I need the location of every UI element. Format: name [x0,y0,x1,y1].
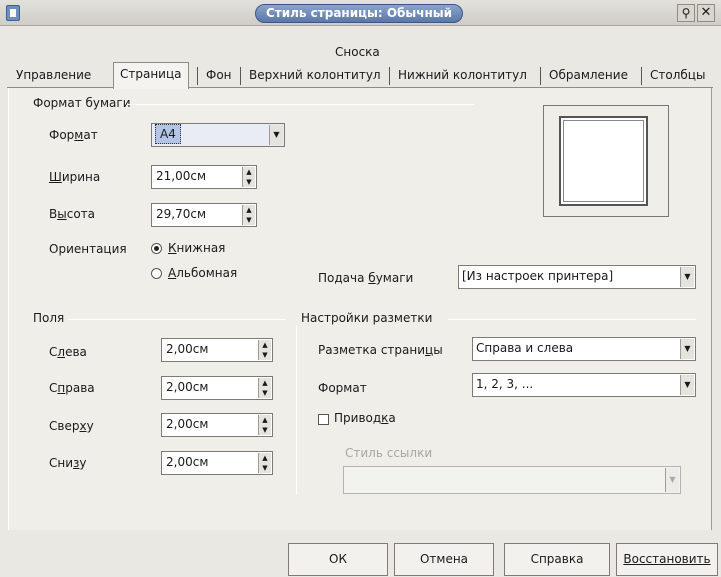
margin-right-label: Справа [49,381,95,395]
close-icon[interactable]: ✕ [697,4,715,22]
group-divider [448,319,696,320]
page-layout-value: Справа и слева [476,341,574,355]
paper-group-title: Формат бумаги [33,96,131,110]
ok-button[interactable]: ОК [288,543,388,576]
tab-footer[interactable]: Нижний колонтитул [392,64,533,86]
orientation-label: Ориентация [49,242,127,256]
paper-tray-select[interactable]: [Из настроек принтера] [458,265,696,289]
tab-separator [240,67,241,85]
tab-separator [540,67,541,85]
chevron-down-icon[interactable] [269,125,283,145]
paper-format-select[interactable]: A4 [151,123,285,147]
reference-style-select[interactable] [343,466,681,494]
margin-bottom-spinner[interactable]: 2,00см ▲ ▼ [161,451,273,475]
chevron-down-icon[interactable] [680,267,694,287]
tab-borders[interactable]: Обрамление [543,64,634,86]
group-divider [68,319,286,320]
tab-separator [389,67,390,85]
chevron-down-icon[interactable] [680,375,694,395]
margin-right-spinner[interactable]: 2,00см ▲ ▼ [161,376,273,400]
tab-separator [641,67,642,85]
height-spinner[interactable]: 29,70см ▲ ▼ [151,203,257,227]
height-label: Высота [49,207,96,221]
margin-left-value: 2,00см [166,342,209,356]
spin-up-icon[interactable]: ▲ [259,453,271,463]
tab-page[interactable]: Страница [113,62,189,89]
landscape-radio[interactable] [151,268,162,279]
layout-group-title: Настройки разметки [301,311,433,325]
tab-columns[interactable]: Столбцы [644,64,711,86]
spin-up-icon[interactable]: ▲ [259,415,271,425]
chevron-down-icon[interactable] [680,339,694,359]
portrait-radio[interactable] [151,243,162,254]
margin-left-spinner[interactable]: 2,00см ▲ ▼ [161,338,273,362]
tab-management[interactable]: Управление [10,64,97,86]
height-value: 29,70см [156,207,207,221]
reset-button[interactable]: Восстановить [616,543,718,576]
window-title: Стиль страницы: Обычный [255,4,463,23]
register-checkbox[interactable] [318,414,329,425]
spin-down-icon[interactable]: ▼ [243,177,255,187]
paper-format-value: A4 [155,124,181,144]
register-label[interactable]: Приводка [334,411,396,425]
margin-right-value: 2,00см [166,380,209,394]
spin-up-icon[interactable]: ▲ [259,340,271,350]
page-preview-margin [563,120,644,202]
spin-down-icon[interactable]: ▼ [259,463,271,473]
margins-group-title: Поля [33,311,65,325]
numbering-format-label: Формат [318,381,367,395]
app-icon [6,5,20,21]
spin-down-icon[interactable]: ▼ [259,350,271,360]
margin-left-label: Слева [49,345,87,359]
tab-header[interactable]: Верхний колонтитул [243,64,387,86]
spin-up-icon[interactable]: ▲ [243,205,255,215]
tab-separator [197,67,198,85]
page-layout-label: Разметка страницы [318,343,443,357]
numbering-format-select[interactable]: 1, 2, 3, ... [472,373,696,397]
width-spinner[interactable]: 21,00см ▲ ▼ [151,165,257,189]
paper-tray-label: Подача бумаги [318,271,414,285]
margin-top-label: Сверху [49,419,94,433]
vertical-divider [296,325,297,495]
spin-up-icon[interactable]: ▲ [259,378,271,388]
margin-bottom-label: Снизу [49,456,87,470]
width-value: 21,00см [156,169,207,183]
spin-up-icon[interactable]: ▲ [243,167,255,177]
width-label: Ширина [49,170,101,184]
spin-down-icon[interactable]: ▼ [259,388,271,398]
portrait-label[interactable]: Книжная [168,241,225,255]
pin-icon[interactable]: ⚲ [677,4,695,22]
format-label: Формат [49,128,98,142]
spin-down-icon[interactable]: ▼ [243,215,255,225]
help-button[interactable]: Справка [504,543,610,576]
tab-footnote[interactable]: Сноска [335,41,380,63]
cancel-button[interactable]: Отмена [394,543,494,576]
reference-style-label: Стиль ссылки [345,446,433,460]
landscape-label[interactable]: Альбомная [168,266,237,280]
margin-top-spinner[interactable]: 2,00см ▲ ▼ [161,413,273,437]
tab-background[interactable]: Фон [200,64,238,86]
page-layout-select[interactable]: Справа и слева [472,337,696,361]
margin-bottom-value: 2,00см [166,455,209,469]
numbering-format-value: 1, 2, 3, ... [476,377,534,391]
spin-down-icon[interactable]: ▼ [259,425,271,435]
paper-tray-value: [Из настроек принтера] [462,269,614,283]
chevron-down-icon[interactable] [665,468,679,492]
margin-top-value: 2,00см [166,417,209,431]
group-divider [128,104,474,105]
